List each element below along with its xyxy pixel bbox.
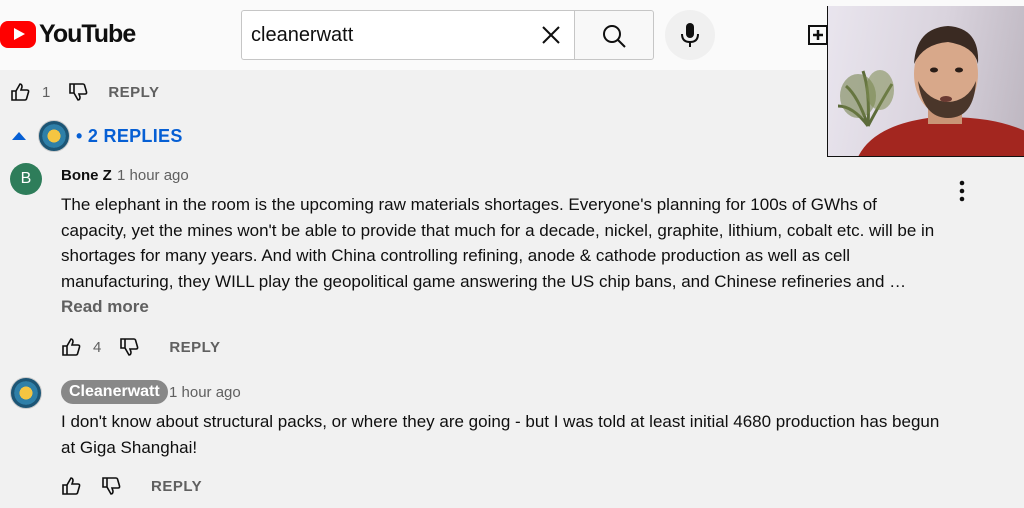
replies-toggle-button[interactable]: • 2 REPLIES [12, 120, 183, 152]
like-count: 4 [93, 338, 102, 356]
creator-badge[interactable]: Cleanerwatt [61, 380, 168, 404]
reply-button[interactable]: REPLY [151, 478, 202, 495]
search-input[interactable]: cleanerwatt [241, 10, 574, 60]
webcam-overlay [827, 6, 1024, 157]
like-icon[interactable] [10, 82, 30, 102]
search-button[interactable] [574, 10, 654, 60]
microphone-icon [681, 23, 699, 47]
youtube-logo[interactable]: YouTube [0, 20, 136, 49]
comment-text: I don't know about structural packs, or … [61, 412, 940, 457]
comment-actions: 4 REPLY [61, 337, 220, 357]
comment-timestamp[interactable]: 1 hour ago [169, 384, 241, 401]
search-query[interactable]: cleanerwatt [251, 24, 353, 47]
read-more-button[interactable]: Read more [61, 297, 149, 317]
creator-avatar[interactable] [10, 377, 42, 409]
comment-author: Cleanerwatt [69, 383, 160, 400]
comment-text: The elephant in the room is the upcoming… [61, 195, 935, 291]
reply-button[interactable]: REPLY [169, 339, 220, 356]
logo-text: YouTube [39, 20, 136, 48]
search-icon [603, 25, 626, 48]
dislike-icon[interactable] [68, 82, 88, 102]
like-icon[interactable] [61, 337, 81, 357]
reply-button[interactable]: REPLY [108, 84, 159, 101]
create-icon[interactable] [808, 25, 828, 45]
like-count: 1 [42, 83, 51, 101]
comment-timestamp[interactable]: 1 hour ago [117, 167, 189, 184]
collapse-caret-icon [12, 132, 26, 140]
dislike-icon[interactable] [101, 476, 121, 496]
voice-search-button[interactable] [665, 10, 715, 60]
clear-icon[interactable] [540, 24, 562, 46]
comment-author[interactable]: Bone Z [61, 167, 112, 184]
comment-actions: REPLY [61, 476, 202, 496]
like-icon[interactable] [61, 476, 81, 496]
avatar[interactable]: B [10, 163, 42, 195]
more-options-icon[interactable] [957, 180, 967, 202]
replies-count-label: • 2 REPLIES [76, 125, 183, 146]
parent-comment-actions: 1 REPLY [10, 82, 159, 102]
youtube-play-icon [0, 21, 36, 48]
channel-logo-icon [10, 377, 42, 409]
creator-avatar [38, 120, 70, 152]
presenter-video [837, 26, 1024, 156]
avatar-letter: B [20, 170, 32, 187]
dislike-icon[interactable] [119, 337, 139, 357]
